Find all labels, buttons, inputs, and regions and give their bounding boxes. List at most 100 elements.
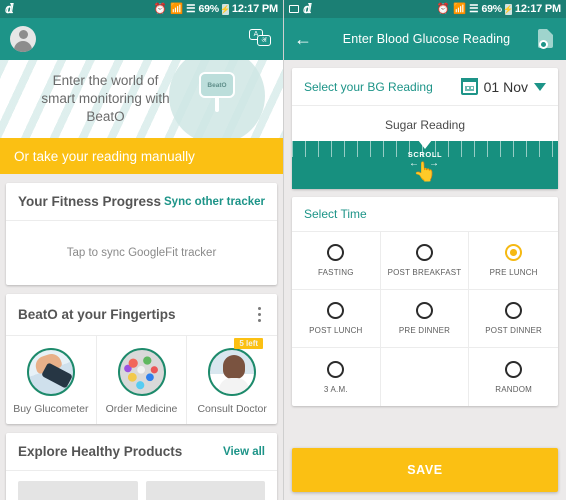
chevron-down-icon	[534, 82, 546, 91]
save-button[interactable]: SAVE	[292, 448, 558, 492]
promo-line-2: smart monitoring with	[41, 91, 170, 107]
back-arrow-icon[interactable]: ←	[294, 30, 316, 48]
report-document-icon[interactable]	[537, 28, 556, 50]
sugar-reading-ruler[interactable]: 99 100 101 102 SCROLL ←→ 👆	[292, 141, 558, 189]
fingertips-card-header: BeatO at your Fingertips	[6, 294, 277, 337]
product-placeholder-1[interactable]	[18, 481, 138, 500]
wifi-icon: 📶	[452, 2, 467, 15]
clock-label: 12:17 PM	[231, 3, 278, 15]
ruler-num-102: 102	[544, 186, 558, 189]
date-picker[interactable]: 01 Nov	[460, 78, 546, 95]
select-time-header: Select Time	[292, 197, 558, 232]
clock-label: 12:17 PM	[514, 3, 561, 15]
beato-app-logo-icon: ⅆ	[303, 1, 312, 17]
promo-banner[interactable]: BeatO Enter the world of smart monitorin…	[0, 60, 283, 138]
beato-device-stem	[215, 98, 219, 112]
products-card-header: Explore Healthy Products View all	[6, 433, 277, 472]
beato-app-logo-icon: ⅆ	[5, 1, 14, 17]
tile-label-buy-glucometer: Buy Glucometer	[13, 403, 89, 416]
enter-bg-reading-screen: ⅆ ⏰ 📶 ☰ 69% 12:17 PM ← Enter Blood Gluco…	[283, 0, 566, 500]
ruler-pointer-icon	[418, 141, 432, 149]
time-option-label: RANDOM	[495, 384, 533, 394]
beato-device-label: BeatO	[199, 72, 235, 98]
tile-consult-doctor[interactable]: 5 left Consult Doctor	[187, 336, 277, 424]
time-option-pre-dinner[interactable]: PRE DINNER	[380, 290, 470, 348]
alarm-icon: ⏰	[153, 2, 167, 15]
sugar-reading-label: Sugar Reading	[384, 118, 466, 132]
calendar-icon	[460, 78, 478, 95]
time-option-label: POST DINNER	[485, 326, 542, 335]
translate-icon[interactable]: A अ	[249, 29, 273, 49]
time-option-label: POST BREAKFAST	[387, 268, 462, 277]
bg-reading-app-bar: ← Enter Blood Glucose Reading	[284, 18, 566, 60]
product-placeholder-2[interactable]	[145, 481, 265, 500]
glucometer-image	[26, 348, 75, 397]
kebab-menu-icon[interactable]	[254, 305, 265, 324]
report-doc-fold	[547, 29, 553, 35]
battery-percent-label: 69%	[481, 3, 502, 15]
screenshot-icon	[289, 5, 299, 13]
view-all-link[interactable]: View all	[223, 446, 265, 458]
radio-icon	[327, 244, 345, 261]
save-button-label: SAVE	[407, 463, 443, 477]
fingertips-tiles: Buy Glucometer Order Medicine 5 left Con…	[6, 336, 277, 425]
translate-bubble-b: अ	[257, 35, 271, 46]
status-bar-right-icons: ⏰ 📶 ☰ 69% 12:17 PM	[154, 3, 278, 15]
tile-label-consult-doctor: Consult Doctor	[197, 403, 267, 416]
time-option-label: FASTING	[318, 268, 354, 277]
home-screen: ⅆ ⏰ 📶 ☰ 69% 12:17 PM A अ	[0, 0, 283, 500]
radio-icon	[327, 360, 345, 378]
time-option-label: POST LUNCH	[309, 326, 363, 335]
report-doc-badge	[539, 40, 548, 49]
time-option-label: PRE LUNCH	[489, 268, 538, 277]
home-app-bar: A अ	[0, 18, 283, 60]
tile-order-medicine[interactable]: Order Medicine	[97, 336, 188, 425]
battery-percent-label: 69%	[198, 3, 219, 15]
consults-left-badge: 5 left	[234, 338, 264, 350]
radio-icon	[415, 244, 433, 261]
battery-icon	[221, 3, 229, 15]
manual-reading-button[interactable]: Or take your reading manually	[0, 138, 283, 174]
bg-reading-header: Select your BG Reading 01 Nov	[292, 68, 558, 106]
alarm-icon: ⏰	[436, 2, 450, 15]
time-option-label: 3 A.M.	[323, 384, 348, 394]
time-option-post-lunch[interactable]: POST LUNCH	[292, 290, 381, 348]
healthy-products-card: Explore Healthy Products View all	[6, 433, 277, 500]
ruler-num-100: 100	[413, 186, 436, 189]
ruler-num-101: 101	[480, 186, 503, 189]
radio-icon	[505, 360, 523, 378]
doctor-image	[208, 348, 257, 397]
manual-reading-label: Or take your reading manually	[14, 148, 195, 164]
status-bar-left-icons: ⅆ	[5, 3, 14, 16]
time-option-grid: FASTING POST BREAKFAST PRE LUNCH POST LU…	[292, 232, 558, 406]
time-option-random[interactable]: RANDOM	[469, 348, 558, 406]
time-option-empty	[381, 348, 470, 406]
battery-icon	[504, 3, 512, 15]
page-title: Enter Blood Glucose Reading	[342, 32, 511, 46]
home-scroll-area[interactable]: BeatO Enter the world of smart monitorin…	[0, 60, 283, 500]
tile-buy-glucometer[interactable]: Buy Glucometer	[6, 336, 97, 425]
time-option-pre-lunch[interactable]: PRE LUNCH	[469, 232, 558, 290]
radio-icon	[505, 302, 523, 319]
status-bar-right-right-icons: ⏰ 📶 ☰ 69% 12:17 PM	[437, 3, 561, 15]
signal-icon: ☰	[186, 2, 196, 15]
scroll-hint: SCROLL ←→ 👆	[401, 150, 449, 182]
sync-other-tracker-link[interactable]: Sync other tracker	[164, 196, 265, 208]
sync-googlefit-prompt[interactable]: Tap to sync GoogleFit tracker	[6, 221, 277, 285]
radio-icon-selected	[505, 244, 523, 261]
time-option-fasting[interactable]: FASTING	[292, 232, 381, 290]
avatar[interactable]	[10, 26, 36, 52]
bg-reading-card: Select your BG Reading 01 Nov Sugar Read…	[292, 68, 558, 189]
medicine-image	[117, 348, 166, 397]
fingertips-card-title: BeatO at your Fingertips	[18, 307, 176, 323]
tile-label-order-medicine: Order Medicine	[105, 403, 178, 416]
promo-text: Enter the world of smart monitoring with…	[18, 60, 193, 138]
signal-icon: ☰	[469, 2, 479, 15]
promo-line-1: Enter the world of	[52, 73, 159, 89]
time-option-post-dinner[interactable]: POST DINNER	[469, 290, 558, 348]
dual-screenshot-container: ⅆ ⏰ 📶 ☰ 69% 12:17 PM A अ	[0, 0, 566, 500]
fingertips-card: BeatO at your Fingertips Buy Glucometer …	[6, 294, 277, 425]
time-option-3am[interactable]: 3 A.M.	[292, 348, 381, 406]
radio-icon	[327, 302, 345, 319]
time-option-post-breakfast[interactable]: POST BREAKFAST	[380, 232, 470, 290]
